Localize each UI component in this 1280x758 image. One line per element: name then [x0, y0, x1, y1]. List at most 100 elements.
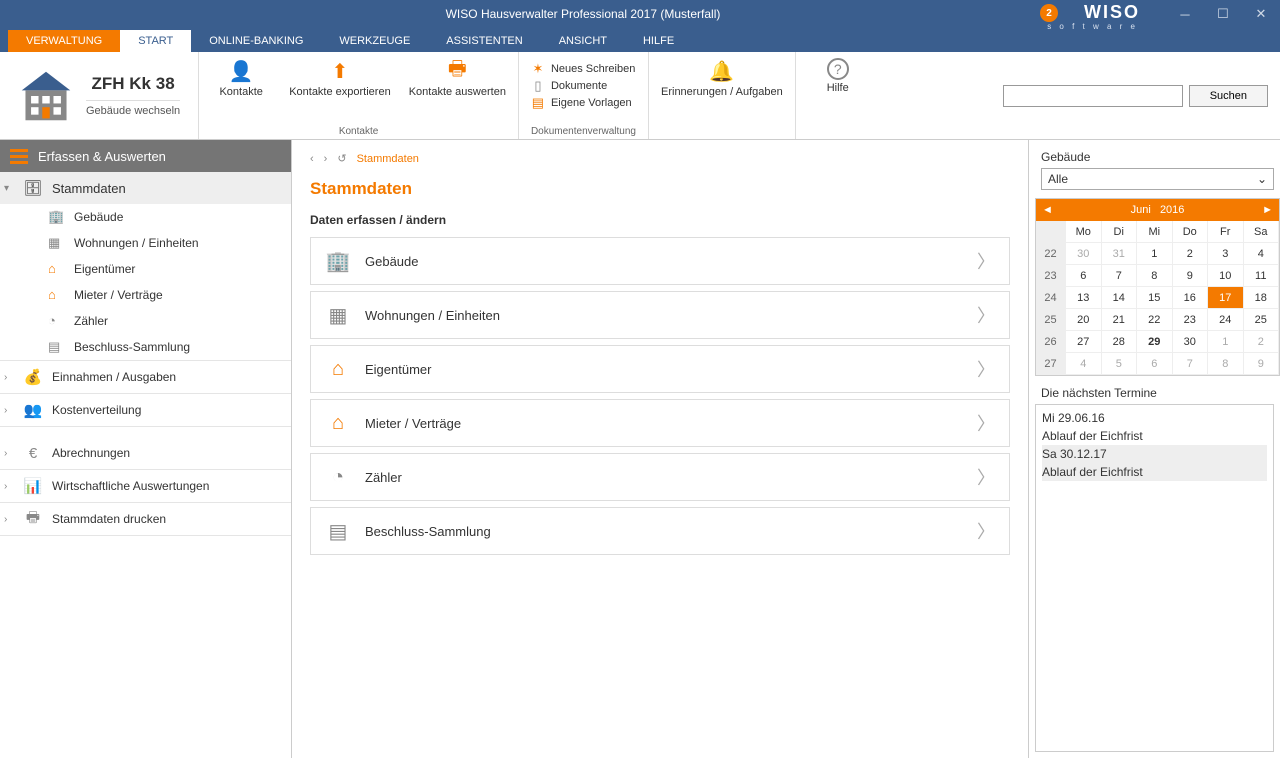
event-row[interactable]: Ablauf der Eichfrist: [1042, 463, 1267, 481]
calendar-cell[interactable]: 8: [1137, 265, 1173, 287]
event-row[interactable]: Sa 30.12.17: [1042, 445, 1267, 463]
calendar-cell[interactable]: 25: [1036, 309, 1066, 331]
search-button[interactable]: Suchen: [1189, 85, 1268, 107]
calendar-cell[interactable]: 31: [1102, 243, 1138, 265]
sidebar-sub-eigentuemer[interactable]: ⌂Eigentümer: [0, 256, 291, 282]
calendar-cell[interactable]: 2: [1173, 243, 1209, 265]
tab-werkzeuge[interactable]: WERKZEUGE: [321, 30, 428, 52]
sidebar-sub-wohnungen[interactable]: ▦Wohnungen / Einheiten: [0, 230, 291, 256]
maximize-button[interactable]: ☐: [1204, 0, 1242, 28]
calendar-cell[interactable]: 4: [1066, 353, 1102, 375]
menu-icon[interactable]: [10, 149, 28, 164]
tab-ansicht[interactable]: ANSICHT: [541, 30, 625, 52]
help-button[interactable]: ? Hilfe: [808, 58, 868, 94]
calendar-cell[interactable]: 25: [1244, 309, 1280, 331]
calendar-cell[interactable]: 5: [1102, 353, 1138, 375]
calendar-cell[interactable]: 4: [1244, 243, 1280, 265]
calendar-cell[interactable]: 7: [1173, 353, 1209, 375]
calendar-cell[interactable]: 30: [1066, 243, 1102, 265]
card-zaehler[interactable]: ◔Zähler〉: [310, 453, 1010, 501]
calendar-cell[interactable]: 10: [1208, 265, 1244, 287]
calendar-cell[interactable]: 13: [1066, 287, 1102, 309]
minimize-button[interactable]: ─: [1166, 0, 1204, 28]
new-document-button[interactable]: ✶Neues Schreiben: [531, 62, 635, 76]
cal-next-icon[interactable]: ►: [1262, 204, 1273, 216]
history-icon[interactable]: ↺: [337, 152, 346, 165]
calendar-cell[interactable]: 30: [1173, 331, 1209, 353]
calendar-cell[interactable]: 17: [1208, 287, 1244, 309]
templates-button[interactable]: ▤Eigene Vorlagen: [531, 96, 632, 110]
calendar-cell[interactable]: 20: [1066, 309, 1102, 331]
sidebar-sub-gebaeude[interactable]: 🏢Gebäude: [0, 204, 291, 230]
bell-icon: 🔔: [709, 58, 735, 84]
documents-button[interactable]: ▯Dokumente: [531, 79, 607, 93]
calendar-cell[interactable]: 22: [1036, 243, 1066, 265]
sidebar-item-einnahmen[interactable]: ›💰Einnahmen / Ausgaben: [0, 361, 291, 393]
calendar-cell[interactable]: 26: [1036, 331, 1066, 353]
close-button[interactable]: ✕: [1242, 0, 1280, 28]
building-filter-select[interactable]: Alle ⌄: [1041, 168, 1274, 190]
event-row[interactable]: Ablauf der Eichfrist: [1042, 427, 1267, 445]
calendar-cell[interactable]: 18: [1244, 287, 1280, 309]
calendar-cell[interactable]: 7: [1102, 265, 1138, 287]
card-beschluss[interactable]: ▤Beschluss-Sammlung〉: [310, 507, 1010, 555]
breadcrumb: ‹ › ↺ Stammdaten: [310, 152, 1010, 165]
tab-assistenten[interactable]: ASSISTENTEN: [428, 30, 540, 52]
sidebar-sub-mieter[interactable]: ⌂Mieter / Verträge: [0, 282, 291, 308]
calendar-cell[interactable]: 14: [1102, 287, 1138, 309]
sidebar-item-abrechnungen[interactable]: ›€Abrechnungen: [0, 437, 291, 469]
analyze-contacts-button[interactable]: 🖶 Kontakte auswerten: [409, 58, 506, 98]
calendar-cell[interactable]: 15: [1137, 287, 1173, 309]
tab-hilfe[interactable]: HILFE: [625, 30, 692, 52]
contacts-button[interactable]: 👤 Kontakte: [211, 58, 271, 98]
sidebar-sub-zaehler[interactable]: ◔Zähler: [0, 308, 291, 334]
cal-prev-icon[interactable]: ◄: [1042, 204, 1053, 216]
switch-building-button[interactable]: Gebäude wechseln: [86, 100, 180, 117]
expand-icon: ›: [4, 372, 14, 383]
calendar-cell[interactable]: 8: [1208, 353, 1244, 375]
nav-back-icon[interactable]: ‹: [310, 153, 314, 165]
calendar-cell[interactable]: 24: [1208, 309, 1244, 331]
calendar-cell[interactable]: 9: [1244, 353, 1280, 375]
calendar-cell[interactable]: 1: [1208, 331, 1244, 353]
sidebar-item-stammdaten[interactable]: ▾ 🗄 Stammdaten: [0, 172, 291, 204]
calendar-cell[interactable]: 11: [1244, 265, 1280, 287]
calendar-cell[interactable]: 21: [1102, 309, 1138, 331]
search-input[interactable]: [1003, 85, 1183, 107]
export-contacts-button[interactable]: ⬆ Kontakte exportieren: [289, 58, 391, 98]
breadcrumb-current: Stammdaten: [357, 153, 419, 165]
card-wohnungen[interactable]: ▦Wohnungen / Einheiten〉: [310, 291, 1010, 339]
card-mieter[interactable]: ⌂Mieter / Verträge〉: [310, 399, 1010, 447]
card-gebaeude[interactable]: 🏢Gebäude〉: [310, 237, 1010, 285]
calendar-cell[interactable]: 2: [1244, 331, 1280, 353]
calendar-cell[interactable]: 23: [1036, 265, 1066, 287]
calendar-cell[interactable]: 3: [1208, 243, 1244, 265]
printer-icon: 🖶: [22, 510, 44, 528]
calendar-cell[interactable]: 23: [1173, 309, 1209, 331]
sidebar-item-auswertungen[interactable]: ›📊Wirtschaftliche Auswertungen: [0, 470, 291, 502]
sidebar-item-drucken[interactable]: ›🖶Stammdaten drucken: [0, 503, 291, 535]
calendar-cell[interactable]: 24: [1036, 287, 1066, 309]
brand-sub: s o f t w a r e: [1047, 22, 1138, 31]
calendar-cell[interactable]: 16: [1173, 287, 1209, 309]
calendar-cell[interactable]: 27: [1036, 353, 1066, 375]
nav-forward-icon[interactable]: ›: [324, 153, 328, 165]
tab-online-banking[interactable]: ONLINE-BANKING: [191, 30, 321, 52]
sidebar-item-kosten[interactable]: ›👥Kostenverteilung: [0, 394, 291, 426]
calendar-cell[interactable]: 6: [1066, 265, 1102, 287]
building-small-icon: 🏢: [48, 209, 66, 225]
event-row[interactable]: Mi 29.06.16: [1042, 409, 1267, 427]
sidebar-sub-beschluss[interactable]: ▤Beschluss-Sammlung: [0, 334, 291, 360]
reminders-label: Erinnerungen / Aufgaben: [661, 86, 783, 98]
calendar-cell[interactable]: 6: [1137, 353, 1173, 375]
calendar-cell[interactable]: 9: [1173, 265, 1209, 287]
calendar-cell[interactable]: 22: [1137, 309, 1173, 331]
reminders-button[interactable]: 🔔 Erinnerungen / Aufgaben: [661, 58, 783, 98]
tab-start[interactable]: START: [120, 30, 191, 52]
calendar-cell[interactable]: 1: [1137, 243, 1173, 265]
calendar-cell[interactable]: 27: [1066, 331, 1102, 353]
calendar-cell[interactable]: 28: [1102, 331, 1138, 353]
card-eigentuemer[interactable]: ⌂Eigentümer〉: [310, 345, 1010, 393]
calendar-cell[interactable]: 29: [1137, 331, 1173, 353]
tab-verwaltung[interactable]: VERWALTUNG: [8, 30, 120, 52]
